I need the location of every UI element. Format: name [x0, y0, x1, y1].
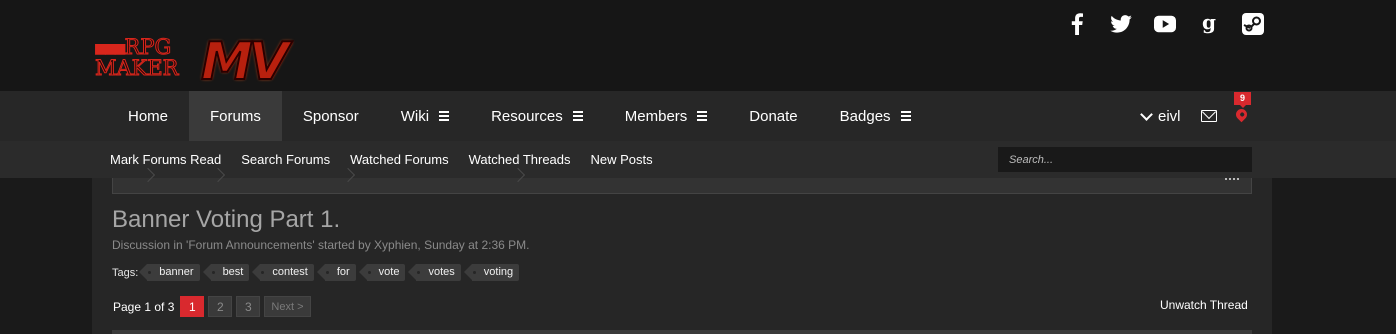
- unwatch-thread-link[interactable]: Unwatch Thread: [1160, 298, 1248, 312]
- tag[interactable]: for: [316, 264, 356, 281]
- subnav-mark-forums-read[interactable]: Mark Forums Read: [110, 152, 221, 167]
- steam-icon[interactable]: [1242, 12, 1264, 36]
- tab-resources[interactable]: Resources: [470, 91, 604, 141]
- tab-home[interactable]: Home: [107, 91, 189, 141]
- tag[interactable]: vote: [358, 264, 406, 281]
- post-list-top-border: [112, 330, 1252, 334]
- tab-label: Home: [128, 107, 169, 125]
- page-button[interactable]: 3: [236, 296, 261, 317]
- next-page-button[interactable]: Next >: [264, 296, 311, 317]
- username: eivl: [1158, 108, 1181, 125]
- tab-label: Sponsor: [302, 107, 359, 125]
- tab-label: Members: [624, 107, 688, 125]
- tab-label: Forums: [210, 107, 261, 125]
- page-button-current[interactable]: 1: [180, 296, 205, 317]
- tags-label: Tags:: [112, 266, 139, 279]
- sub-navigation: Mark Forums Read Search Forums Watched F…: [110, 141, 673, 178]
- tab-label: Resources: [491, 107, 563, 125]
- subnav-new-posts[interactable]: New Posts: [591, 152, 653, 167]
- facebook-icon[interactable]: [1066, 12, 1088, 36]
- menu-icon[interactable]: [900, 109, 911, 123]
- chevron-down-icon: [1140, 108, 1153, 121]
- svg-text:g: g: [1202, 13, 1216, 34]
- tab-forums[interactable]: Forums: [189, 91, 282, 141]
- tab-badges[interactable]: Badges: [819, 91, 932, 141]
- logo-mv: MV: [200, 32, 290, 92]
- page-button[interactable]: 2: [208, 296, 233, 317]
- menu-icon[interactable]: [439, 109, 450, 123]
- breadcrumb: [112, 167, 1252, 194]
- google-icon[interactable]: g: [1198, 12, 1220, 36]
- tag[interactable]: best: [202, 264, 250, 281]
- twitter-icon[interactable]: [1110, 12, 1132, 36]
- search-input[interactable]: [998, 147, 1252, 172]
- logo-wordmark: ■■■RPG MAKER: [95, 36, 179, 80]
- pagination: Page 1 of 3 1 2 3 Next >: [113, 296, 315, 317]
- tab-members[interactable]: Members: [604, 91, 729, 141]
- user-menu[interactable]: eivl: [1140, 108, 1181, 125]
- tab-label: Wiki: [400, 107, 430, 125]
- youtube-icon[interactable]: [1154, 12, 1176, 36]
- main-navigation: Home Forums Sponsor Wiki Resources Membe…: [107, 91, 932, 141]
- menu-icon[interactable]: [697, 109, 708, 123]
- tab-donate[interactable]: Donate: [728, 91, 818, 141]
- thread-title: Banner Voting Part 1.: [112, 206, 341, 233]
- page-label: Page 1 of 3: [113, 299, 175, 314]
- logo-line2: MAKER: [95, 56, 179, 80]
- breadcrumb-menu-icon[interactable]: [1225, 178, 1239, 180]
- tag[interactable]: voting: [463, 264, 520, 281]
- subnav-watched-forums[interactable]: Watched Forums: [350, 152, 449, 167]
- inbox-icon[interactable]: [1201, 110, 1217, 122]
- tag[interactable]: contest: [252, 264, 314, 281]
- thread-tags: Tags: banner best contest for vote votes…: [112, 264, 524, 281]
- subnav-watched-threads[interactable]: Watched Threads: [469, 152, 571, 167]
- tab-label: Donate: [749, 107, 798, 125]
- tab-label: Badges: [839, 107, 891, 125]
- social-links: g: [1066, 12, 1286, 36]
- tab-sponsor[interactable]: Sponsor: [282, 91, 380, 141]
- tag[interactable]: banner: [139, 264, 200, 281]
- thread-description: Discussion in 'Forum Announcements' star…: [112, 238, 530, 252]
- alerts-count-badge: 9: [1234, 92, 1251, 108]
- tag[interactable]: votes: [408, 264, 461, 281]
- menu-icon[interactable]: [572, 109, 583, 123]
- subnav-search-forums[interactable]: Search Forums: [241, 152, 330, 167]
- tab-wiki[interactable]: Wiki: [380, 91, 470, 141]
- site-logo[interactable]: ■■■RPG MAKER MV: [95, 32, 345, 92]
